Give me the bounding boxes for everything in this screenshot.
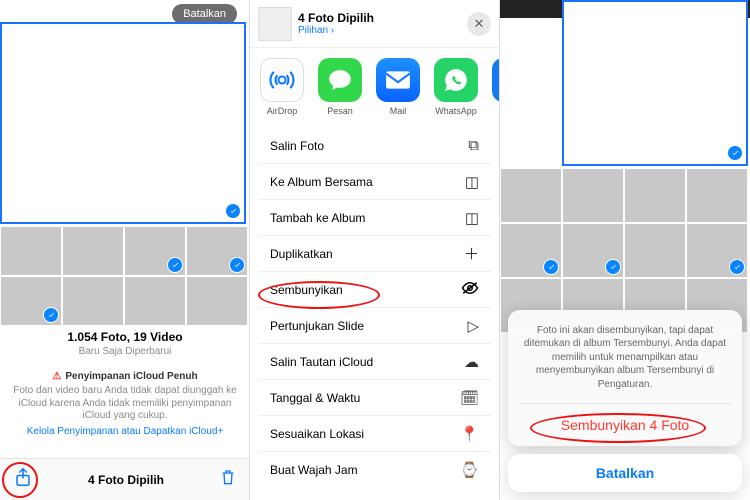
share-apps-row: AirDrop Pesan Mail WhatsApp Fa: [250, 48, 499, 120]
action-copy-link[interactable]: Salin Tautan iCloud☁: [258, 344, 491, 380]
cancel-button[interactable]: Batalkan: [508, 454, 742, 492]
action-hide[interactable]: Sembunyikan: [258, 272, 491, 308]
location-icon: 📍: [460, 425, 479, 443]
share-actions-list: Salin Foto⧉ Ke Album Bersama◫ Tambah ke …: [258, 128, 491, 488]
app-airdrop[interactable]: AirDrop: [258, 58, 306, 116]
action-duplicate[interactable]: Duplikatkan＋: [258, 236, 491, 272]
thumbnail[interactable]: [686, 168, 748, 223]
add-album-icon: ◫: [465, 209, 479, 227]
action-date-time[interactable]: Tanggal & Waktu🗓: [258, 380, 491, 416]
app-mail[interactable]: Mail: [374, 58, 422, 116]
app-messages[interactable]: Pesan: [316, 58, 364, 116]
thumbnail[interactable]: [124, 226, 186, 276]
eye-off-icon: [461, 281, 479, 299]
checkmark-icon: [229, 257, 245, 273]
screen-hide-confirm: Foto ini akan disembunyikan, tapi dapat …: [500, 0, 750, 500]
header-thumbnail: [258, 7, 292, 41]
thumbnail[interactable]: [186, 276, 248, 326]
library-info: 1.054 Foto, 19 Video Baru Saja Diperbaru…: [0, 330, 250, 437]
thumbnail[interactable]: [124, 276, 186, 326]
share-title: 4 Foto Dipilih: [298, 11, 374, 25]
action-add-album[interactable]: Tambah ke Album◫: [258, 200, 491, 236]
app-whatsapp[interactable]: WhatsApp: [432, 58, 480, 116]
copy-icon: ⧉: [468, 137, 479, 154]
thumbnail[interactable]: [500, 168, 562, 223]
action-watch-face[interactable]: Buat Wajah Jam⌚: [258, 452, 491, 488]
thumbnail[interactable]: [562, 223, 624, 278]
thumbnail-grid: [0, 226, 250, 326]
warning-body: Foto dan video baru Anda tidak dapat diu…: [8, 385, 242, 423]
thumbnail[interactable]: [186, 226, 248, 276]
thumbnail[interactable]: [562, 168, 624, 223]
checkmark-icon: [729, 259, 745, 275]
app-facebook[interactable]: Fa: [490, 58, 499, 116]
calendar-icon: 🗓: [460, 389, 479, 407]
alert-message: Foto ini akan disembunyikan, tapi dapat …: [518, 324, 732, 392]
action-copy-photo[interactable]: Salin Foto⧉: [258, 128, 491, 164]
toolbar-title: 4 Foto Dipilih: [88, 473, 164, 487]
close-icon[interactable]: ✕: [467, 12, 491, 36]
plus-icon: ＋: [464, 243, 479, 264]
play-icon: ▷: [467, 317, 479, 335]
thumbnail[interactable]: [62, 276, 124, 326]
checkmark-icon: [167, 257, 183, 273]
checkmark-icon: [225, 203, 241, 219]
warning-icon: ⚠︎: [52, 371, 61, 382]
checkmark-icon: [727, 145, 743, 161]
checkmark-icon: [43, 307, 59, 323]
watch-icon: ⌚: [460, 461, 479, 479]
manage-storage-link[interactable]: Kelola Penyimpanan atau Dapatkan iCloud+: [8, 426, 242, 437]
selected-photo-large[interactable]: [562, 0, 748, 166]
warning-title: Penyimpanan iCloud Penuh: [65, 371, 197, 382]
thumbnail[interactable]: [0, 226, 62, 276]
cancel-button[interactable]: Batalkan: [172, 4, 237, 24]
media-count: 1.054 Foto, 19 Video: [8, 330, 242, 344]
checkmark-icon: [605, 259, 621, 275]
updated-label: Baru Saja Diperbarui: [8, 346, 242, 357]
thumbnail[interactable]: [62, 226, 124, 276]
screen-share-sheet: 4 Foto Dipilih Pilihan ✕ AirDrop Pesan M…: [250, 0, 500, 500]
thumbnail[interactable]: [624, 168, 686, 223]
trash-icon[interactable]: [220, 468, 236, 491]
share-icon[interactable]: [14, 467, 32, 492]
cloud-icon: ☁: [464, 353, 479, 371]
share-options-link[interactable]: Pilihan: [298, 25, 374, 36]
action-location[interactable]: Sesuaikan Lokasi📍: [258, 416, 491, 452]
shared-album-icon: ◫: [465, 173, 479, 191]
bottom-toolbar: 4 Foto Dipilih: [0, 458, 250, 500]
hide-photos-button[interactable]: Sembunyikan 4 Foto: [518, 403, 732, 446]
action-slideshow[interactable]: Pertunjukan Slide▷: [258, 308, 491, 344]
thumbnail[interactable]: [686, 223, 748, 278]
hide-action-sheet: Foto ini akan disembunyikan, tapi dapat …: [508, 310, 742, 493]
checkmark-icon: [543, 259, 559, 275]
thumbnail[interactable]: [0, 276, 62, 326]
thumbnail-grid: [500, 168, 750, 333]
selected-photo-large[interactable]: [0, 22, 246, 224]
share-sheet-header: 4 Foto Dipilih Pilihan ✕: [250, 0, 499, 48]
thumbnail[interactable]: [500, 223, 562, 278]
screen-library-selected: Batalkan 1.054 Foto, 19 Video Baru Saja …: [0, 0, 250, 500]
thumbnail[interactable]: [624, 223, 686, 278]
action-shared-album[interactable]: Ke Album Bersama◫: [258, 164, 491, 200]
